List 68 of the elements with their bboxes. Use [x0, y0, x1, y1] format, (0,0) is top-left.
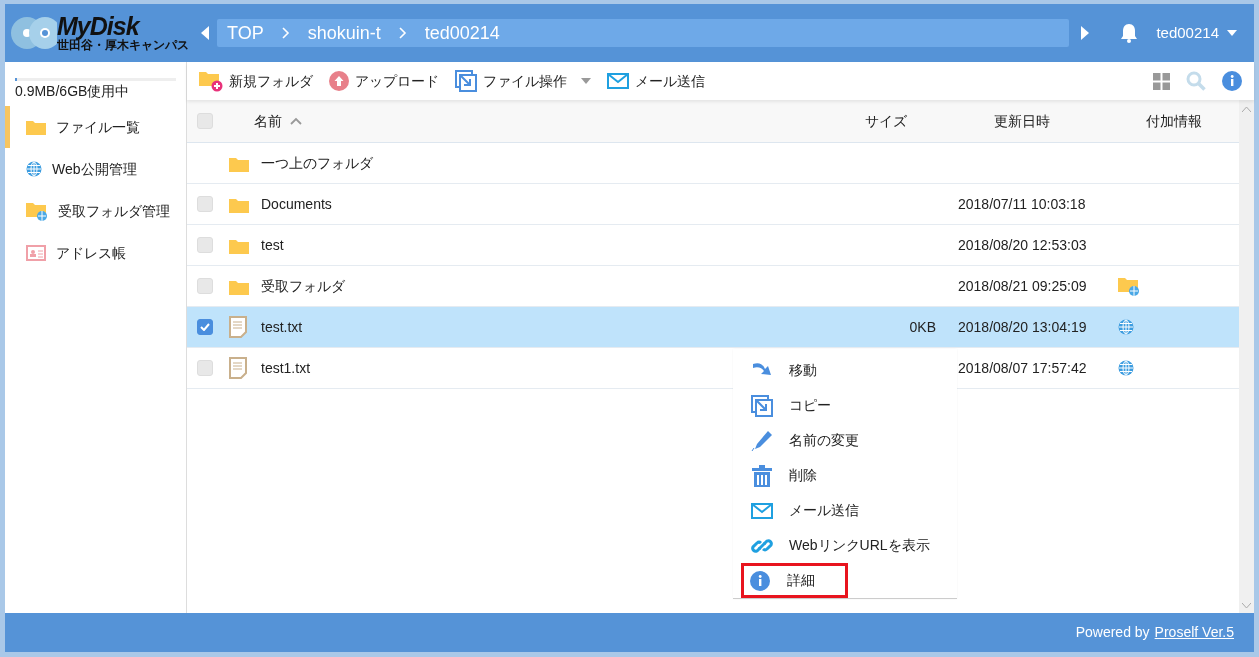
sidebar-item[interactable]: Web公開管理: [5, 148, 186, 190]
copy-icon: [751, 394, 773, 417]
search-icon[interactable]: [1186, 71, 1206, 91]
file-name[interactable]: test: [261, 236, 284, 253]
menu-item[interactable]: メール送信: [733, 493, 957, 528]
sidebar-item[interactable]: 受取フォルダ管理: [5, 190, 186, 232]
column-header[interactable]: 付加情報: [1145, 112, 1202, 129]
file-name[interactable]: Documents: [261, 195, 332, 212]
chevron-icon: [398, 27, 407, 39]
document-icon: [229, 316, 247, 339]
modified-date: 2018/08/20 13:04:19: [958, 318, 1087, 335]
folder-globe-icon: [26, 201, 48, 221]
folder-icon: [229, 196, 249, 213]
modified-date: 2018/08/07 17:57:42: [958, 359, 1087, 376]
menu-item[interactable]: 名前の変更: [733, 423, 957, 458]
info-icon[interactable]: [1222, 71, 1242, 91]
modified-date: 2018/08/20 12:53:03: [958, 236, 1087, 253]
menu-item[interactable]: コピー: [733, 388, 957, 423]
menu-item[interactable]: 詳細: [741, 563, 848, 598]
scroll-down-icon: [1242, 603, 1251, 609]
usage-text: 0.9MB/6GB使用中: [15, 82, 131, 101]
menu-item[interactable]: WebリンクURLを表示: [733, 528, 957, 563]
toolbar-button[interactable]: メール送信: [607, 70, 705, 92]
scrollbar[interactable]: [1239, 100, 1254, 613]
trash-icon: [752, 464, 772, 487]
select-all-checkbox[interactable]: [197, 113, 213, 129]
checkbox[interactable]: [197, 319, 213, 335]
chevron-icon: [281, 27, 290, 39]
modified-date: 2018/07/11 10:03:18: [958, 195, 1086, 212]
folder-icon: [229, 278, 249, 295]
file-size: 0KB: [909, 318, 936, 335]
caret-icon: [1227, 30, 1237, 36]
file-name[interactable]: 一つ上のフォルダ: [261, 154, 373, 171]
grid-view-icon[interactable]: [1153, 72, 1170, 90]
copy-icon: [455, 70, 477, 92]
mail-icon: [751, 502, 773, 519]
info-icon: [750, 570, 770, 591]
pen-icon: [751, 429, 773, 452]
column-header[interactable]: 更新日時: [994, 112, 1050, 129]
logo-title: MyDisk: [57, 14, 142, 38]
forward-arrow-icon[interactable]: [1081, 26, 1090, 40]
upload-icon: [329, 71, 349, 91]
file-name[interactable]: test.txt: [261, 318, 303, 335]
folder-icon: [229, 155, 249, 172]
column-header[interactable]: 名前: [254, 110, 282, 132]
contact-card-icon: [26, 245, 46, 261]
document-icon: [229, 357, 247, 380]
new-folder-icon: [199, 70, 223, 92]
mail-icon: [607, 73, 629, 89]
toolbar-button[interactable]: アップロード: [329, 70, 439, 92]
sidebar-item[interactable]: アドレス帳: [5, 232, 186, 274]
file-name[interactable]: 受取フォルダ: [261, 277, 345, 294]
scroll-up-icon: [1242, 106, 1251, 112]
folder-icon: [229, 237, 249, 254]
check-icon: [200, 323, 210, 331]
globe-icon: [26, 161, 42, 177]
logo-subtitle: 世田谷・厚木キャンパス: [57, 38, 189, 52]
footer-text: Powered by: [1075, 623, 1150, 642]
folder-icon: [26, 119, 46, 135]
modified-date: 2018/08/21 09:25:09: [958, 277, 1087, 294]
file-name[interactable]: test1.txt: [261, 359, 311, 376]
toolbar-button[interactable]: ファイル操作: [455, 70, 591, 92]
toolbar-button[interactable]: 新規フォルダ: [199, 70, 313, 92]
column-header[interactable]: サイズ: [865, 112, 907, 129]
menu-item[interactable]: 削除: [733, 458, 957, 493]
menu-item[interactable]: 移動: [733, 353, 957, 388]
bell-icon[interactable]: [1119, 23, 1140, 43]
back-arrow-icon[interactable]: [201, 26, 209, 40]
